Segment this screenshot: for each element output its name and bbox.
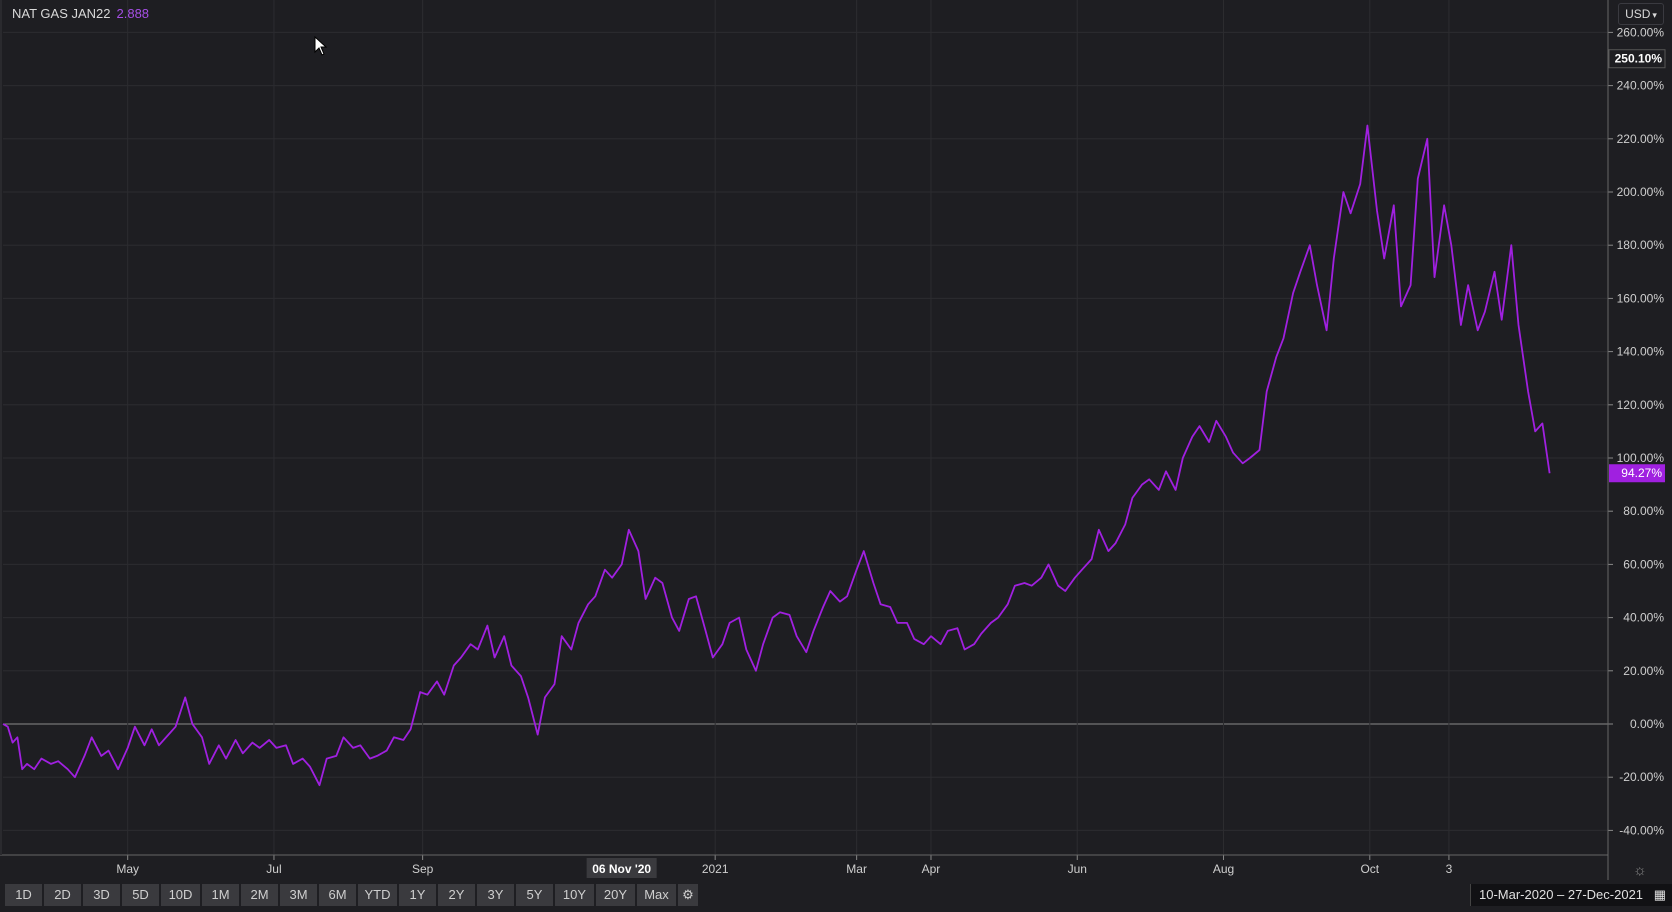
range-button-3m[interactable]: 3M — [280, 884, 317, 906]
chart-legend: NAT GAS JAN22 2.888 — [12, 6, 149, 21]
y-tick-label: 40.00% — [1623, 611, 1664, 625]
range-button-2y[interactable]: 2Y — [438, 884, 475, 906]
y-tick-label: 200.00% — [1617, 185, 1665, 199]
chart-background — [0, 0, 1672, 907]
range-button-ytd[interactable]: YTD — [358, 884, 397, 906]
x-tick-label: Jul — [266, 862, 281, 876]
y-tick-label: 60.00% — [1623, 557, 1664, 571]
x-tick-label: May — [116, 862, 139, 876]
chart-area[interactable]: 260.00% 240.00% 220.00% 200.00% 180.00% 160.0… — [0, 0, 1672, 907]
range-button-3d[interactable]: 3D — [83, 884, 120, 906]
x-tick-label: Jun — [1068, 862, 1087, 876]
legend-value: 2.888 — [116, 6, 150, 21]
range-button-5d[interactable]: 5D — [122, 884, 159, 906]
mouse-pointer-icon — [314, 36, 328, 56]
x-tick-label: Aug — [1213, 862, 1234, 876]
last-price-label: 94.27% — [1621, 466, 1662, 480]
legend-symbol[interactable]: NAT GAS JAN22 — [12, 6, 111, 21]
y-tick-label: 100.00% — [1617, 451, 1665, 465]
high-price-label: 250.10% — [1615, 52, 1663, 66]
date-range-label: 10-Mar-2020 – 27-Dec-2021 — [1479, 887, 1644, 902]
range-toolbar: 1D 2D 3D 5D 10D 1M 2M 3M 6M YTD 1Y 2Y 3Y 5Y 10Y 20Y Max ⚙ — [5, 884, 698, 906]
chart-settings-icon[interactable]: ☼ — [1633, 862, 1647, 879]
range-button-10d[interactable]: 10D — [161, 884, 200, 906]
y-tick-label: 160.00% — [1617, 291, 1665, 305]
y-tick-label: 120.00% — [1617, 398, 1665, 412]
y-tick-label: 0.00% — [1630, 717, 1664, 731]
range-button-5y[interactable]: 5Y — [516, 884, 553, 906]
range-button-6m[interactable]: 6M — [319, 884, 356, 906]
y-tick-label: 80.00% — [1623, 504, 1664, 518]
y-tick-label: 180.00% — [1617, 238, 1665, 252]
range-button-1y[interactable]: 1Y — [399, 884, 436, 906]
currency-label: USD — [1625, 7, 1651, 21]
y-tick-label: 20.00% — [1623, 664, 1664, 678]
y-tick-label: 240.00% — [1617, 79, 1665, 93]
x-tick-label: 2021 — [702, 862, 729, 876]
chevron-down-icon: ▾ — [1652, 10, 1657, 20]
range-button-1m[interactable]: 1M — [202, 884, 239, 906]
x-tick-label: Oct — [1360, 862, 1379, 876]
gear-icon[interactable]: ⚙ — [678, 884, 698, 906]
y-tick-label: -20.00% — [1619, 770, 1664, 784]
y-tick-label: 260.00% — [1617, 25, 1665, 39]
range-button-2d[interactable]: 2D — [44, 884, 81, 906]
date-range-picker[interactable]: 10-Mar-2020 – 27-Dec-2021 ▦ — [1470, 884, 1672, 906]
range-button-20y[interactable]: 20Y — [596, 884, 635, 906]
calendar-icon[interactable]: ▦ — [1654, 884, 1666, 906]
crosshair-date-label: 06 Nov '20 — [592, 862, 651, 876]
y-tick-label: -40.00% — [1619, 823, 1664, 837]
range-button-3y[interactable]: 3Y — [477, 884, 514, 906]
x-tick-label: 3 — [1446, 862, 1453, 876]
x-tick-label: Apr — [922, 862, 941, 876]
x-tick-label: Mar — [846, 862, 867, 876]
x-tick-label: Sep — [412, 862, 434, 876]
range-button-max[interactable]: Max — [637, 884, 676, 906]
range-button-10y[interactable]: 10Y — [555, 884, 594, 906]
range-button-2m[interactable]: 2M — [241, 884, 278, 906]
range-button-1d[interactable]: 1D — [5, 884, 42, 906]
y-tick-label: 140.00% — [1617, 345, 1665, 359]
y-tick-label: 220.00% — [1617, 132, 1665, 146]
chart-svg[interactable]: 260.00% 240.00% 220.00% 200.00% 180.00% 160.0… — [0, 0, 1672, 907]
currency-select[interactable]: USD ▾ — [1618, 3, 1664, 25]
